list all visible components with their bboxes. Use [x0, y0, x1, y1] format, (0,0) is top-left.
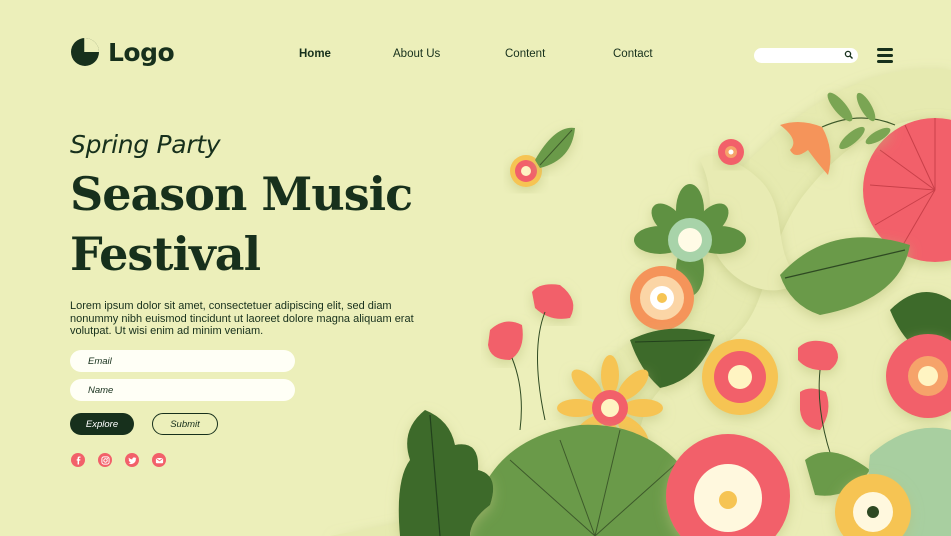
hero-title: Season Music Festival	[70, 164, 470, 284]
menu-bar	[877, 60, 893, 63]
name-field[interactable]	[70, 379, 295, 401]
facebook-glyph	[76, 455, 80, 465]
hero-subtitle: Spring Party	[70, 130, 221, 159]
logo[interactable]: Logo	[70, 37, 175, 67]
orange-flower	[630, 266, 694, 330]
hamburger-menu-icon[interactable]	[877, 48, 893, 63]
search-icon[interactable]	[844, 50, 854, 60]
hero-title-line-2: Festival	[70, 227, 261, 281]
logo-mark-icon	[71, 38, 99, 66]
twitter-icon[interactable]	[125, 453, 139, 467]
instagram-icon[interactable]	[98, 453, 112, 467]
nav-contact[interactable]: Contact	[613, 48, 653, 60]
nav-about-us[interactable]: About Us	[393, 48, 440, 60]
hero-title-line-1: Season Music	[70, 167, 413, 221]
yellow-coral-flower	[702, 339, 778, 415]
explore-button[interactable]: Explore	[70, 413, 134, 435]
email-icon[interactable]	[152, 453, 166, 467]
submit-button[interactable]: Submit	[152, 413, 218, 435]
instagram-glyph	[100, 455, 110, 465]
site-header: Logo Home About Us Content Contact	[0, 0, 951, 100]
facebook-icon[interactable]	[71, 453, 85, 467]
menu-bar	[877, 54, 893, 57]
search-input[interactable]	[754, 48, 858, 63]
nav-home[interactable]: Home	[299, 48, 331, 60]
tiny-coral-flower	[718, 139, 744, 165]
nav-content[interactable]: Content	[505, 48, 545, 60]
logo-text: Logo	[108, 37, 175, 67]
menu-bar	[877, 48, 893, 51]
hero-section: Spring Party Season Music Festival Lorem…	[70, 128, 470, 338]
email-field[interactable]	[70, 350, 295, 372]
pink-tulip-2	[488, 321, 523, 360]
pink-tulip-1	[532, 284, 574, 319]
hero-description: Lorem ipsum dolor sit amet, consectetuer…	[70, 300, 414, 337]
twitter-glyph	[127, 456, 137, 464]
email-glyph	[155, 457, 163, 463]
